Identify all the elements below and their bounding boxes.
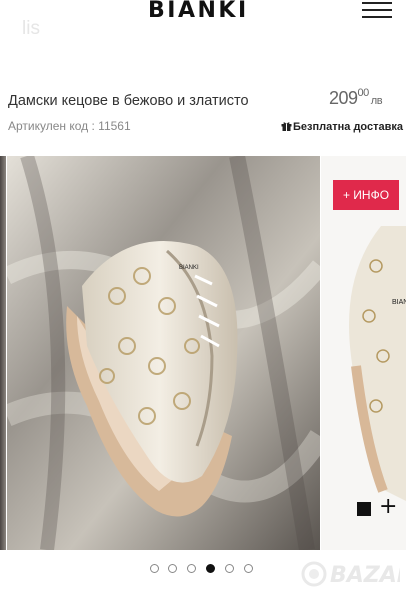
info-button[interactable]: + ИНФО	[333, 180, 399, 210]
next-slide[interactable]: BIANKI	[321, 156, 406, 550]
logo[interactable]: BIANKI	[148, 0, 249, 23]
next-shoe-brand: BIANKI	[392, 299, 406, 306]
product-gallery[interactable]: BIANKI BIANKI + ИНФО +	[0, 156, 406, 550]
sneaker-photo: BIANKI	[7, 156, 320, 550]
price-whole: 209	[329, 88, 358, 108]
add-plus-button[interactable]: +	[379, 496, 397, 518]
carousel-dot[interactable]	[244, 564, 253, 573]
hamburger-menu-icon[interactable]	[362, 2, 392, 20]
free-delivery-text: Безплатна доставка	[293, 121, 404, 133]
previous-slide[interactable]	[0, 156, 6, 550]
free-delivery-label: Безплатна доставка	[281, 121, 403, 133]
bazar-watermark: BAZAR	[300, 556, 406, 590]
header: lis BIANKI	[0, 0, 406, 40]
price-currency: лв	[370, 95, 383, 107]
carousel-dot-active[interactable]	[206, 564, 215, 573]
article-code: Артикулен код : 11561	[8, 119, 131, 133]
carousel-dot[interactable]	[225, 564, 234, 573]
main-product-image[interactable]: BIANKI	[7, 156, 320, 550]
carousel-dot[interactable]	[150, 564, 159, 573]
gift-icon	[281, 122, 292, 131]
carousel-dot[interactable]	[168, 564, 177, 573]
shoe-tongue-brand: BIANKI	[179, 265, 199, 271]
watermark-text: BAZAR	[330, 563, 400, 588]
price-cents: 00	[357, 87, 370, 99]
product-title: Дамски кецове в бежово и златисто	[8, 93, 249, 109]
carousel-dot[interactable]	[187, 564, 196, 573]
bazar-logo: BAZAR	[301, 561, 406, 588]
product-price: 20900лв	[329, 87, 383, 109]
ghost-text: lis	[22, 18, 40, 39]
color-swatch[interactable]	[357, 502, 371, 516]
next-sneaker-photo: BIANKI	[349, 226, 406, 501]
